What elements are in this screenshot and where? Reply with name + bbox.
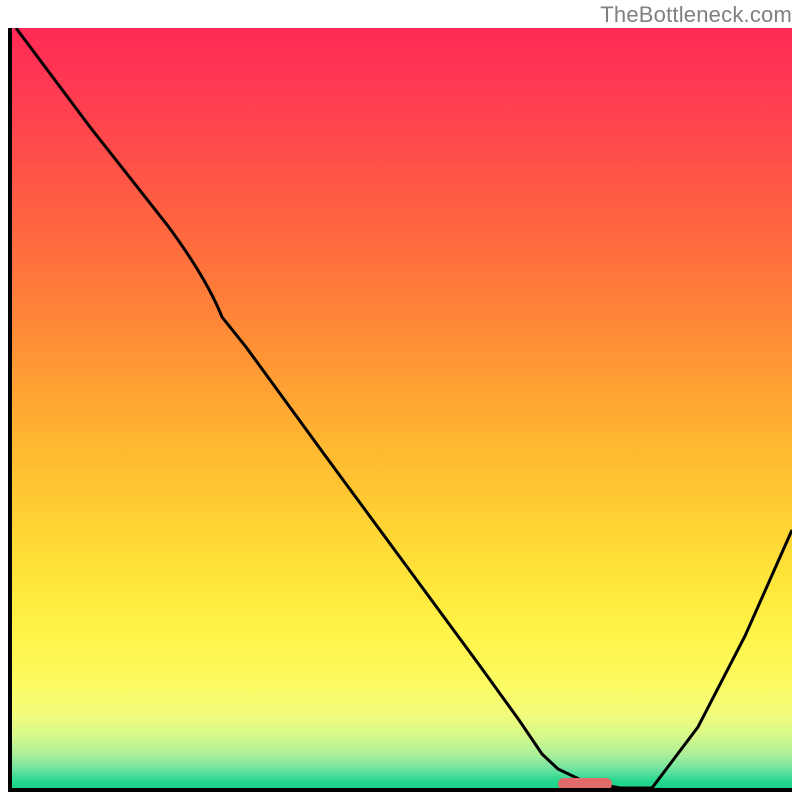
optimal-range-marker: [558, 778, 612, 790]
plot-frame: [8, 28, 792, 792]
curve-path: [16, 28, 792, 788]
watermark-text: TheBottleneck.com: [600, 2, 792, 28]
chart-container: TheBottleneck.com: [0, 0, 800, 800]
curve-svg: [12, 28, 792, 788]
